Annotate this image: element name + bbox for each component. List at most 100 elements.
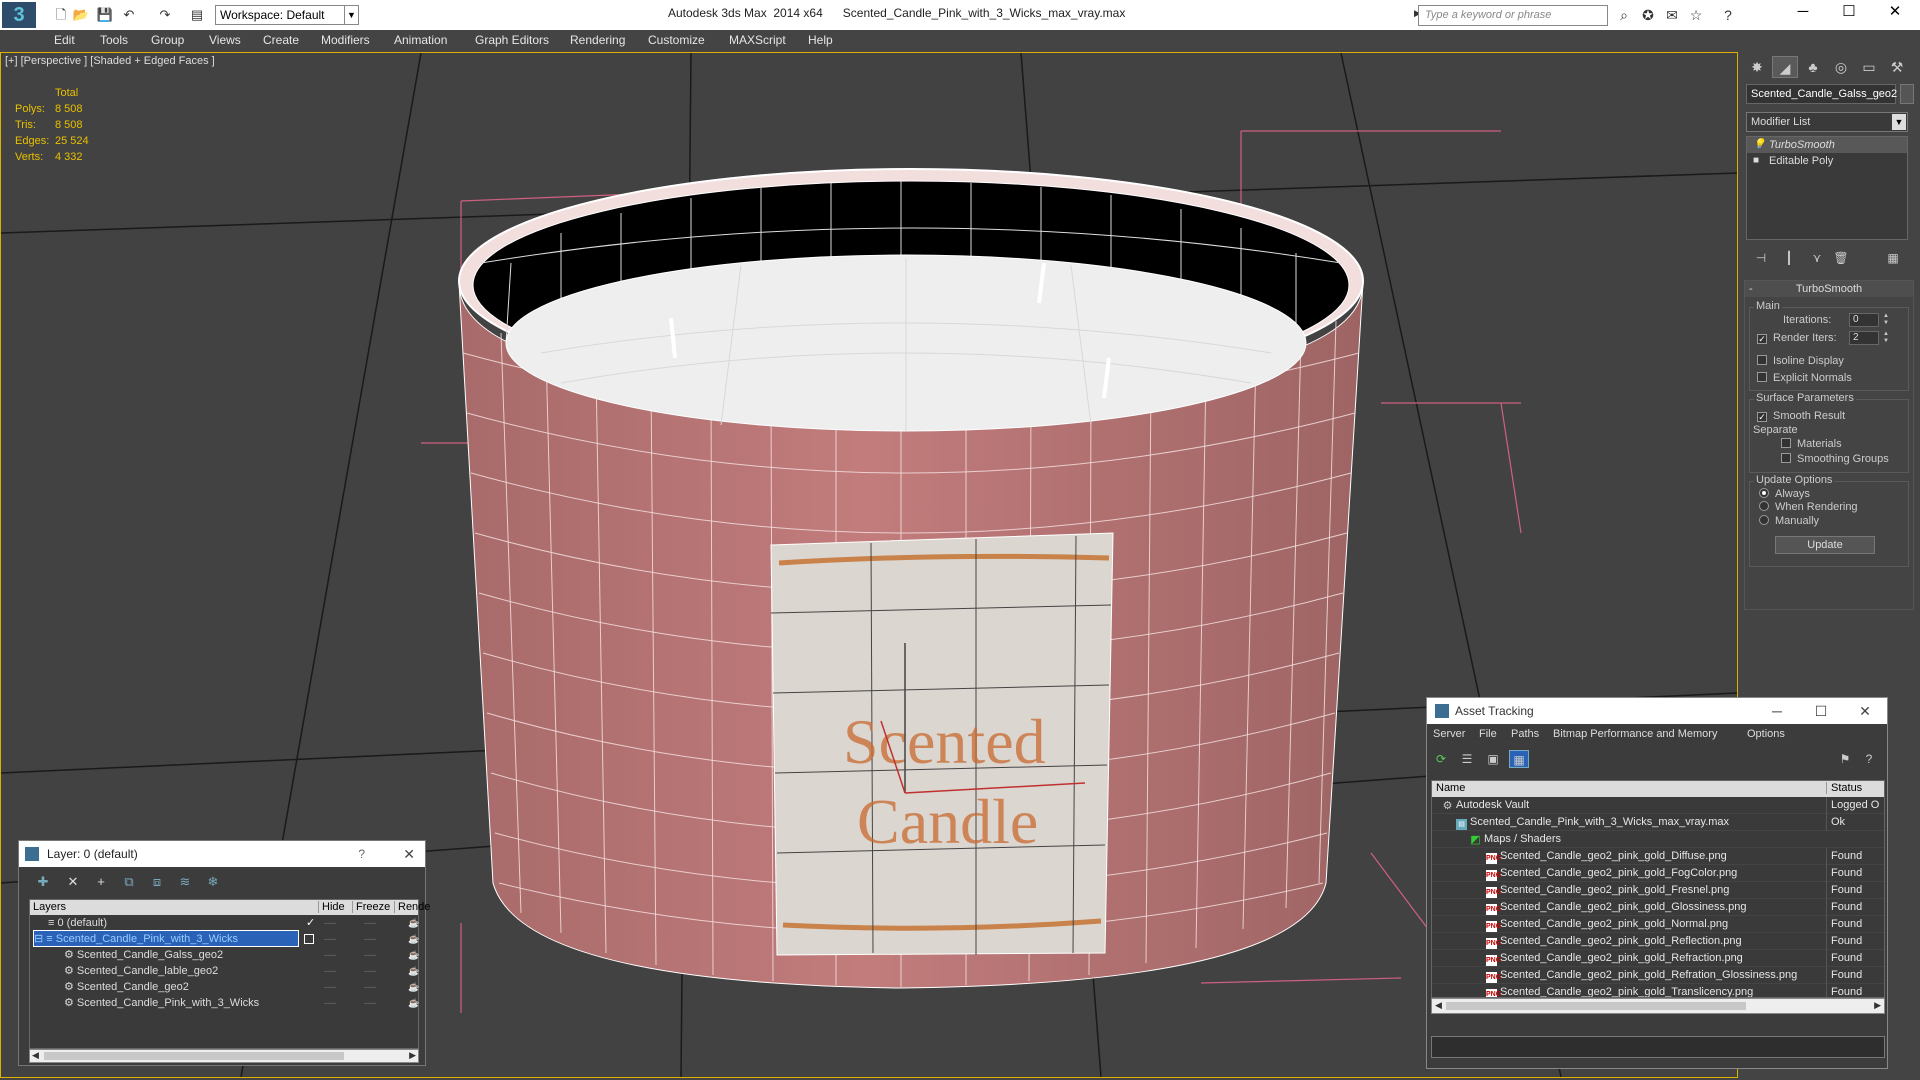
add-selection-icon[interactable]: + xyxy=(91,873,111,891)
app-menu-button[interactable]: 3 xyxy=(2,2,36,28)
menu-rendering[interactable]: Rendering xyxy=(570,33,625,47)
smooth-result-row[interactable]: ✓ Smooth Result xyxy=(1757,410,1845,422)
render-teapot-icon[interactable]: ☕ xyxy=(408,995,419,1011)
workspace-dropdown[interactable]: Workspace: Default ▼ xyxy=(215,5,359,25)
save-file-icon[interactable]: 💾 xyxy=(96,7,114,23)
list-view-icon[interactable]: ☰ xyxy=(1457,750,1477,768)
rollout-header[interactable]: - TurboSmooth xyxy=(1745,281,1913,297)
freeze-toggle[interactable]: ---- xyxy=(364,995,376,1011)
hide-toggle[interactable]: ---- xyxy=(324,995,336,1011)
asset-row[interactable]: PNGScented_Candle_geo2_pink_gold_Diffuse… xyxy=(1432,848,1884,865)
configure-sets-icon[interactable]: ▦ xyxy=(1882,248,1904,268)
thumbnail-view-icon[interactable]: ▣ xyxy=(1483,750,1503,768)
modifier-list-dropdown[interactable]: Modifier List ▼ xyxy=(1746,112,1908,132)
render-teapot-icon[interactable]: ☕ xyxy=(408,931,419,947)
close-button[interactable]: ✕ xyxy=(1843,698,1887,724)
hide-toggle[interactable]: ---- xyxy=(324,931,336,947)
render-iters-spinner[interactable]: 2 xyxy=(1849,331,1879,345)
create-layer-icon[interactable]: ✚ xyxy=(33,873,53,891)
menu-bitmap-performance[interactable]: Bitmap Performance and Memory xyxy=(1553,728,1717,740)
manually-radio[interactable] xyxy=(1759,515,1769,525)
stack-item-editable-poly[interactable]: ■ Editable Poly xyxy=(1747,153,1907,169)
open-file-icon[interactable]: 📂 xyxy=(72,7,90,23)
freeze-all-icon[interactable]: ❄ xyxy=(203,873,223,891)
render-teapot-icon[interactable]: ☕ xyxy=(408,947,419,963)
smoothing-groups-row[interactable]: Smoothing Groups xyxy=(1781,453,1889,465)
render-iters-checkbox[interactable]: ✓ xyxy=(1757,334,1767,344)
stack-item-turbosmooth[interactable]: 💡 TurboSmooth xyxy=(1747,137,1907,153)
menu-graph-editors[interactable]: Graph Editors xyxy=(475,33,549,47)
viewport-label[interactable]: [+] [Perspective ] [Shaded + Edged Faces… xyxy=(5,55,215,67)
hide-toggle[interactable]: ---- xyxy=(324,963,336,979)
redo-icon[interactable]: ↷ xyxy=(156,7,174,23)
layer-row[interactable]: ⚙ Scented_Candle_Galss_geo2 ---- ---- ☕ xyxy=(30,947,419,963)
horizontal-scrollbar[interactable]: ◀ ▶ xyxy=(1431,998,1885,1014)
asset-window-titlebar[interactable]: Asset Tracking ─ ☐ ✕ xyxy=(1427,698,1887,724)
menu-server[interactable]: Server xyxy=(1433,728,1465,740)
checkmark-icon[interactable]: ✓ xyxy=(306,915,315,931)
asset-row[interactable]: PNGScented_Candle_geo2_pink_gold_Refrati… xyxy=(1432,967,1884,984)
manually-row[interactable]: Manually xyxy=(1759,515,1819,527)
asset-row[interactable]: ▤ Scented_Candle_Pink_with_3_Wicks_max_vr… xyxy=(1432,814,1884,831)
asset-row[interactable]: ⚙ Autodesk Vault Logged O xyxy=(1432,797,1884,814)
update-button[interactable]: Update xyxy=(1775,536,1875,554)
table-view-icon[interactable]: ▦ xyxy=(1509,750,1529,768)
pin-stack-icon[interactable]: ⊣ xyxy=(1750,248,1772,268)
highlight-layer-icon[interactable]: ⧈ xyxy=(147,873,167,891)
smoothing-groups-checkbox[interactable] xyxy=(1781,453,1791,463)
render-iters-row[interactable]: ✓ Render Iters: xyxy=(1757,332,1837,344)
subscription-icon[interactable]: ✪ xyxy=(1638,7,1658,23)
freeze-toggle[interactable]: ---- xyxy=(364,963,376,979)
horizontal-scrollbar[interactable]: ◀ ▶ xyxy=(29,1049,419,1063)
show-end-result-icon[interactable]: ┃ xyxy=(1778,248,1800,268)
help-button[interactable]: ? xyxy=(358,841,365,867)
menu-paths[interactable]: Paths xyxy=(1511,728,1539,740)
menu-customize[interactable]: Customize xyxy=(648,33,705,47)
layer-row[interactable]: ⊟ ≡ Scented_Candle_Pink_with_3_Wicks ---… xyxy=(30,930,419,947)
highlight-icon[interactable]: ⚑ xyxy=(1835,750,1855,768)
favorites-star-icon[interactable]: ☆ xyxy=(1686,7,1706,23)
scroll-right-icon[interactable]: ▶ xyxy=(1874,1000,1881,1011)
expand-plus-icon[interactable]: ■ xyxy=(1753,153,1759,169)
asset-row[interactable]: PNGScented_Candle_geo2_pink_gold_FogColo… xyxy=(1432,865,1884,882)
utilities-tab-icon[interactable]: ⚒ xyxy=(1884,56,1910,78)
always-radio[interactable] xyxy=(1759,488,1769,498)
minimize-button[interactable]: ─ xyxy=(1755,698,1799,724)
col-layers[interactable]: Layers xyxy=(30,901,66,913)
menu-create[interactable]: Create xyxy=(263,33,299,47)
layer-row[interactable]: ⚙ Scented_Candle_Pink_with_3_Wicks ---- … xyxy=(30,995,419,1011)
new-file-icon[interactable]: 🗋 xyxy=(52,7,70,23)
maximize-button[interactable]: ☐ xyxy=(1799,698,1843,724)
scroll-left-icon[interactable]: ◀ xyxy=(32,1050,39,1061)
binoculars-icon[interactable]: ⌕ xyxy=(1614,7,1634,23)
col-name[interactable]: Name xyxy=(1432,782,1465,794)
asset-row[interactable]: PNGScented_Candle_geo2_pink_gold_Reflect… xyxy=(1432,933,1884,950)
freeze-toggle[interactable]: ---- xyxy=(364,947,376,963)
render-teapot-icon[interactable]: ☕ xyxy=(408,963,419,979)
lightbulb-icon[interactable]: 💡 xyxy=(1753,137,1765,153)
when-rendering-row[interactable]: When Rendering xyxy=(1759,501,1858,513)
close-button[interactable]: ✕ xyxy=(403,841,415,867)
hierarchy-tab-icon[interactable]: ♣ xyxy=(1800,56,1826,78)
object-color-swatch[interactable] xyxy=(1900,84,1914,104)
hide-toggle[interactable]: ---- xyxy=(324,979,336,995)
modify-tab-icon[interactable]: ◢ xyxy=(1772,56,1798,78)
menu-views[interactable]: Views xyxy=(209,33,241,47)
asset-row[interactable]: PNGScented_Candle_geo2_pink_gold_Fresnel… xyxy=(1432,882,1884,899)
search-input[interactable]: Type a keyword or phrase xyxy=(1418,5,1608,26)
object-name-field[interactable]: Scented_Candle_Galss_geo2 xyxy=(1746,84,1897,104)
make-unique-icon[interactable]: ⋎ xyxy=(1806,248,1828,268)
motion-tab-icon[interactable]: ◎ xyxy=(1828,56,1854,78)
explicit-normals-checkbox[interactable] xyxy=(1757,372,1767,382)
render-teapot-icon[interactable]: ☕ xyxy=(408,979,419,995)
iterations-spinner[interactable]: 0 xyxy=(1849,313,1879,327)
select-objects-icon[interactable]: ⧉ xyxy=(119,873,139,891)
delete-layer-icon[interactable]: ✕ xyxy=(63,873,83,891)
menu-edit[interactable]: Edit xyxy=(54,33,75,47)
undo-icon[interactable]: ↶ xyxy=(120,7,138,23)
communication-icon[interactable]: ✉ xyxy=(1662,7,1682,23)
project-folder-icon[interactable]: ▤ xyxy=(188,7,206,23)
asset-path-field[interactable] xyxy=(1431,1036,1885,1058)
help-icon[interactable]: ? xyxy=(1859,750,1879,768)
when-rendering-radio[interactable] xyxy=(1759,501,1769,511)
